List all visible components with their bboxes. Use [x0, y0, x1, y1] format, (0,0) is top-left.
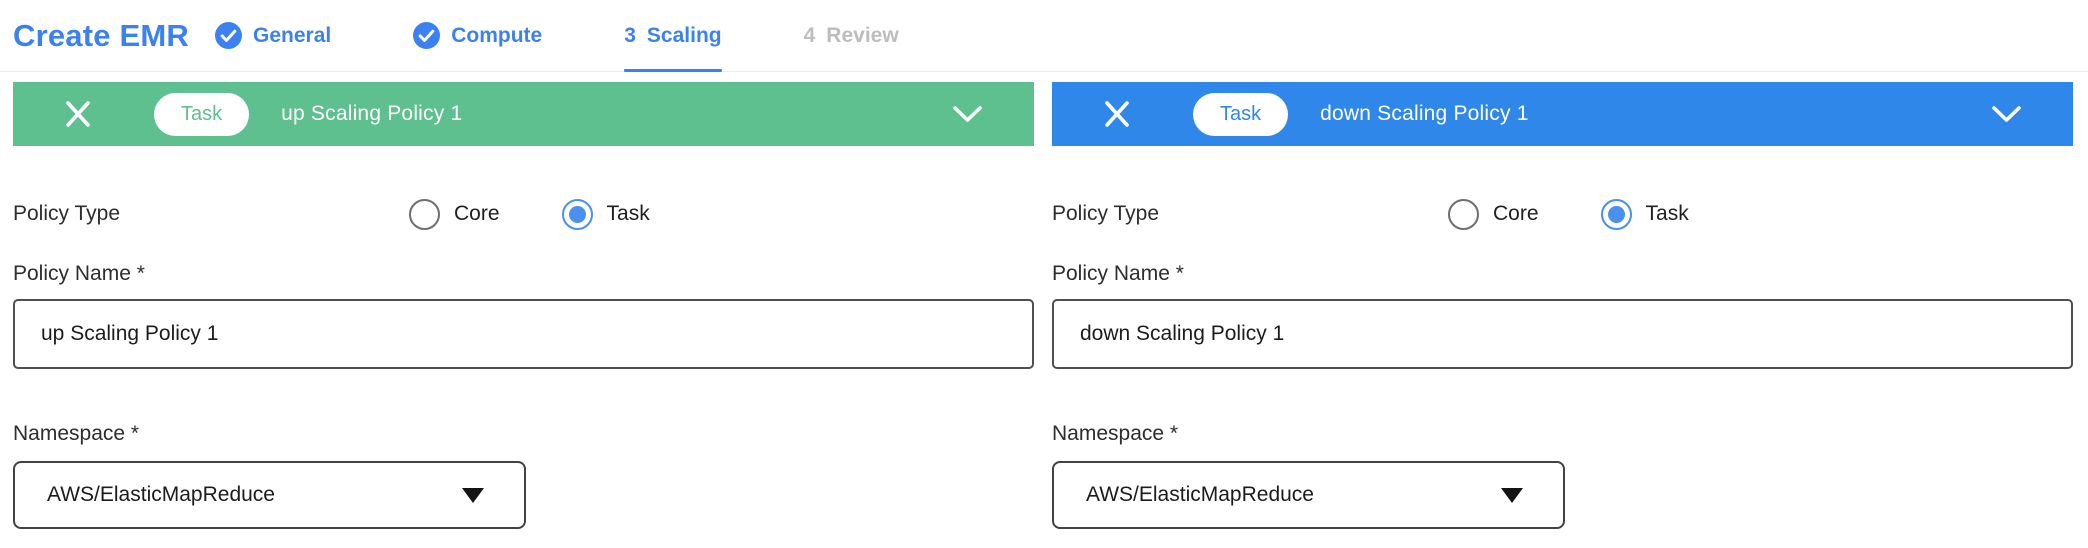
radio-core[interactable]: [1448, 199, 1479, 230]
radio-core[interactable]: [409, 199, 440, 230]
wizard-steps: General Compute 3 Scaling 4 Review: [215, 0, 899, 71]
policy-header-bar[interactable]: Task down Scaling Policy 1: [1052, 82, 2073, 146]
step-label: General: [253, 24, 331, 48]
namespace-select[interactable]: AWS/ElasticMapReduce: [13, 461, 526, 529]
namespace-select[interactable]: AWS/ElasticMapReduce: [1052, 461, 1565, 529]
chevron-down-icon[interactable]: [1991, 105, 2022, 124]
policy-type-row: Policy Type Core Task: [1052, 198, 2073, 230]
dropdown-arrow-icon: [1501, 488, 1523, 503]
active-step-underline: [624, 69, 721, 72]
step-number: 4: [804, 24, 816, 48]
namespace-value: AWS/ElasticMapReduce: [1086, 483, 1314, 507]
step-general[interactable]: General: [215, 0, 331, 71]
radio-dot: [1608, 206, 1625, 223]
policy-bar-title: up Scaling Policy 1: [281, 102, 462, 126]
page-title: Create EMR: [13, 18, 189, 54]
close-icon[interactable]: [64, 100, 92, 128]
step-number: 3: [624, 24, 636, 48]
radio-task[interactable]: [1601, 199, 1632, 230]
radio-task-label: Task: [607, 202, 650, 226]
policy-type-badge: Task: [154, 93, 249, 136]
scaling-policy-panel-down: Task down Scaling Policy 1 Policy Type C…: [1052, 82, 2073, 529]
namespace-value: AWS/ElasticMapReduce: [47, 483, 275, 507]
policy-type-label: Policy Type: [1052, 202, 1448, 226]
namespace-label: Namespace *: [13, 422, 1034, 446]
policy-name-input[interactable]: [13, 299, 1034, 369]
radio-core-label: Core: [454, 202, 500, 226]
dropdown-arrow-icon: [462, 488, 484, 503]
step-review[interactable]: 4 Review: [804, 0, 899, 71]
step-scaling[interactable]: 3 Scaling: [624, 0, 721, 71]
close-icon[interactable]: [1103, 100, 1131, 128]
scaling-policies-area: Task up Scaling Policy 1 Policy Type Cor…: [0, 72, 2088, 529]
radio-task-label: Task: [1646, 202, 1689, 226]
step-label: Review: [826, 24, 898, 48]
scaling-policy-panel-up: Task up Scaling Policy 1 Policy Type Cor…: [13, 82, 1034, 529]
policy-type-badge: Task: [1193, 93, 1288, 136]
step-compute[interactable]: Compute: [413, 0, 542, 71]
check-circle-icon: [413, 22, 440, 49]
policy-name-label: Policy Name *: [13, 262, 1034, 286]
policy-name-label: Policy Name *: [1052, 262, 2073, 286]
radio-dot: [569, 206, 586, 223]
policy-bar-title: down Scaling Policy 1: [1320, 102, 1528, 126]
radio-task[interactable]: [562, 199, 593, 230]
check-circle-icon: [215, 22, 242, 49]
policy-name-input[interactable]: [1052, 299, 2073, 369]
step-label: Compute: [451, 24, 542, 48]
radio-core-label: Core: [1493, 202, 1539, 226]
step-label: Scaling: [647, 24, 722, 48]
policy-header-bar[interactable]: Task up Scaling Policy 1: [13, 82, 1034, 146]
namespace-label: Namespace *: [1052, 422, 2073, 446]
policy-type-label: Policy Type: [13, 202, 409, 226]
policy-type-row: Policy Type Core Task: [13, 198, 1034, 230]
wizard-nav: Create EMR General Compute 3 Scaling: [0, 0, 2088, 72]
chevron-down-icon[interactable]: [952, 105, 983, 124]
